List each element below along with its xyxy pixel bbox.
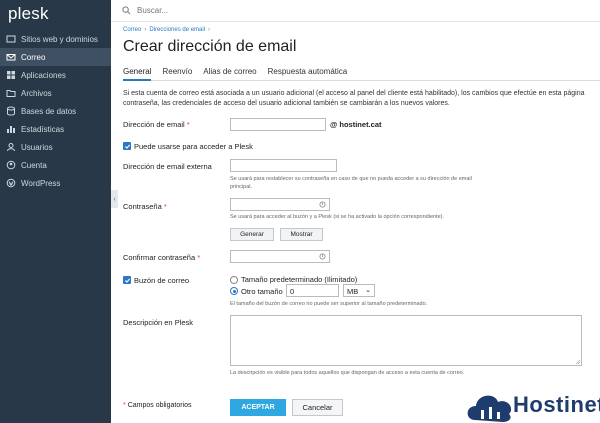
- stats-icon: [6, 124, 16, 134]
- sidebar-item-apps[interactable]: Aplicaciones: [0, 66, 111, 84]
- other-size-radio[interactable]: [230, 287, 238, 295]
- search-icon: [122, 6, 131, 15]
- description-hint: La descripción es visible para todos aqu…: [230, 370, 465, 376]
- email-domain: @ hostinet.cat: [330, 120, 382, 129]
- password-strength-icon: [319, 253, 326, 260]
- password-label: Contraseña *: [123, 202, 167, 211]
- show-password-button[interactable]: Mostrar: [280, 228, 323, 241]
- external-email-label: Dirección de email externa: [123, 162, 212, 171]
- required-mark: *: [123, 402, 126, 409]
- account-icon: [6, 160, 16, 170]
- mailbox-checkbox[interactable]: [123, 276, 131, 284]
- can-login-checkbox[interactable]: [123, 142, 131, 150]
- sidebar-item-label: Bases de datos: [21, 106, 77, 116]
- tab-bar: General Reenvío Alias de correo Respuest…: [123, 67, 600, 81]
- sidebar-item-websites[interactable]: Sitios web y dominios: [0, 30, 111, 48]
- ok-button[interactable]: ACEPTAR: [230, 399, 286, 416]
- password-input[interactable]: [230, 198, 330, 211]
- default-size-label: Tamaño predeterminado (Ilimitado): [241, 275, 358, 284]
- mailbox-size-hint: El tamaño del buzón de correo no puede s…: [230, 301, 428, 307]
- globe-icon: [6, 34, 16, 44]
- external-email-input[interactable]: [230, 159, 337, 172]
- generate-password-button[interactable]: Generar: [230, 228, 274, 241]
- required-fields-note: * Campos obligatorios: [123, 402, 192, 409]
- intro-text: Si esta cuenta de correo está asociada a…: [123, 90, 585, 107]
- sidebar-item-statistics[interactable]: Estadísticas: [0, 120, 111, 138]
- chevron-left-icon: ‹: [113, 195, 116, 203]
- breadcrumb-separator: ›: [208, 27, 211, 33]
- password-label-text: Contraseña: [123, 202, 162, 211]
- sidebar-item-mail[interactable]: Correo: [0, 48, 111, 66]
- email-label-text: Dirección de email: [123, 120, 185, 129]
- password-strength-icon: [319, 201, 326, 208]
- email-label: Dirección de email *: [123, 120, 190, 129]
- sidebar-item-label: Estadísticas: [21, 124, 65, 134]
- can-login-label: Puede usarse para acceder a Plesk: [134, 142, 253, 151]
- other-size-input[interactable]: 0: [286, 284, 339, 297]
- email-name-input[interactable]: [230, 118, 326, 131]
- checkmark-icon: [124, 278, 130, 283]
- apps-icon: [6, 70, 16, 80]
- sidebar-item-label: WordPress: [21, 178, 61, 188]
- required-mark: *: [197, 253, 201, 262]
- required-note-text: Campos obligatorios: [127, 402, 192, 409]
- sidebar: plesk Sitios web y dominios Correo Aplic…: [0, 0, 111, 423]
- sidebar-item-label: Aplicaciones: [21, 70, 66, 80]
- breadcrumb-item-email-addresses[interactable]: Direcciones de email: [149, 27, 205, 33]
- sidebar-item-databases[interactable]: Bases de datos: [0, 102, 111, 120]
- sidebar-item-label: Sitios web y dominios: [21, 34, 98, 44]
- tab-general[interactable]: General: [123, 67, 152, 81]
- tab-autoresponder[interactable]: Respuesta automática: [268, 67, 348, 81]
- description-textarea[interactable]: [230, 315, 582, 366]
- breadcrumb-separator: ›: [144, 27, 147, 33]
- users-icon: [6, 142, 16, 152]
- sidebar-item-wordpress[interactable]: WordPress: [0, 174, 111, 192]
- mail-icon: [6, 52, 16, 62]
- tab-forwarding[interactable]: Reenvío: [162, 67, 192, 81]
- sidebar-nav: Sitios web y dominios Correo Aplicacione…: [0, 30, 111, 192]
- required-mark: *: [186, 120, 190, 129]
- page-title: Crear dirección de email: [123, 38, 297, 55]
- sidebar-item-label: Archivos: [21, 88, 52, 98]
- confirm-password-label: Confirmar contraseña *: [123, 253, 200, 262]
- plesk-logo[interactable]: plesk: [8, 4, 49, 24]
- database-icon: [6, 106, 16, 116]
- breadcrumb: Correo › Direcciones de email ›: [123, 27, 213, 33]
- required-mark: *: [163, 202, 167, 211]
- password-hint: Se usará para acceder al buzón y a Plesk…: [230, 214, 445, 220]
- tab-mail-aliases[interactable]: Alias de correo: [203, 67, 256, 81]
- other-size-label: Otro tamaño: [241, 287, 283, 296]
- sidebar-item-files[interactable]: Archivos: [0, 84, 111, 102]
- search-input[interactable]: [137, 6, 337, 15]
- chevron-down-icon: ⌄: [365, 287, 371, 294]
- sidebar-collapse-handle[interactable]: ‹: [111, 190, 118, 208]
- hostinet-watermark-text: Hostinet: [513, 392, 600, 417]
- sidebar-item-label: Correo: [21, 52, 46, 62]
- sidebar-item-account[interactable]: Cuenta: [0, 156, 111, 174]
- size-unit-value: MB: [347, 287, 359, 296]
- confirm-password-input[interactable]: [230, 250, 330, 263]
- checkmark-icon: [124, 144, 130, 149]
- global-search: [111, 0, 600, 22]
- wordpress-icon: [6, 178, 16, 188]
- confirm-password-label-text: Confirmar contraseña: [123, 253, 196, 262]
- sidebar-item-label: Cuenta: [21, 160, 47, 170]
- resize-handle-icon[interactable]: [575, 359, 580, 364]
- folder-icon: [6, 88, 16, 98]
- sidebar-item-users[interactable]: Usuarios: [0, 138, 111, 156]
- breadcrumb-item-mail[interactable]: Correo: [123, 27, 141, 33]
- mailbox-label: Buzón de correo: [134, 276, 190, 285]
- external-email-hint: Se usará para restablecer su contraseña …: [230, 176, 472, 190]
- sidebar-item-label: Usuarios: [21, 142, 53, 152]
- cancel-button[interactable]: Cancelar: [292, 399, 343, 416]
- size-unit-select[interactable]: MB ⌄: [343, 284, 375, 297]
- default-size-radio[interactable]: [230, 276, 238, 284]
- description-label: Descripción en Plesk: [123, 318, 194, 327]
